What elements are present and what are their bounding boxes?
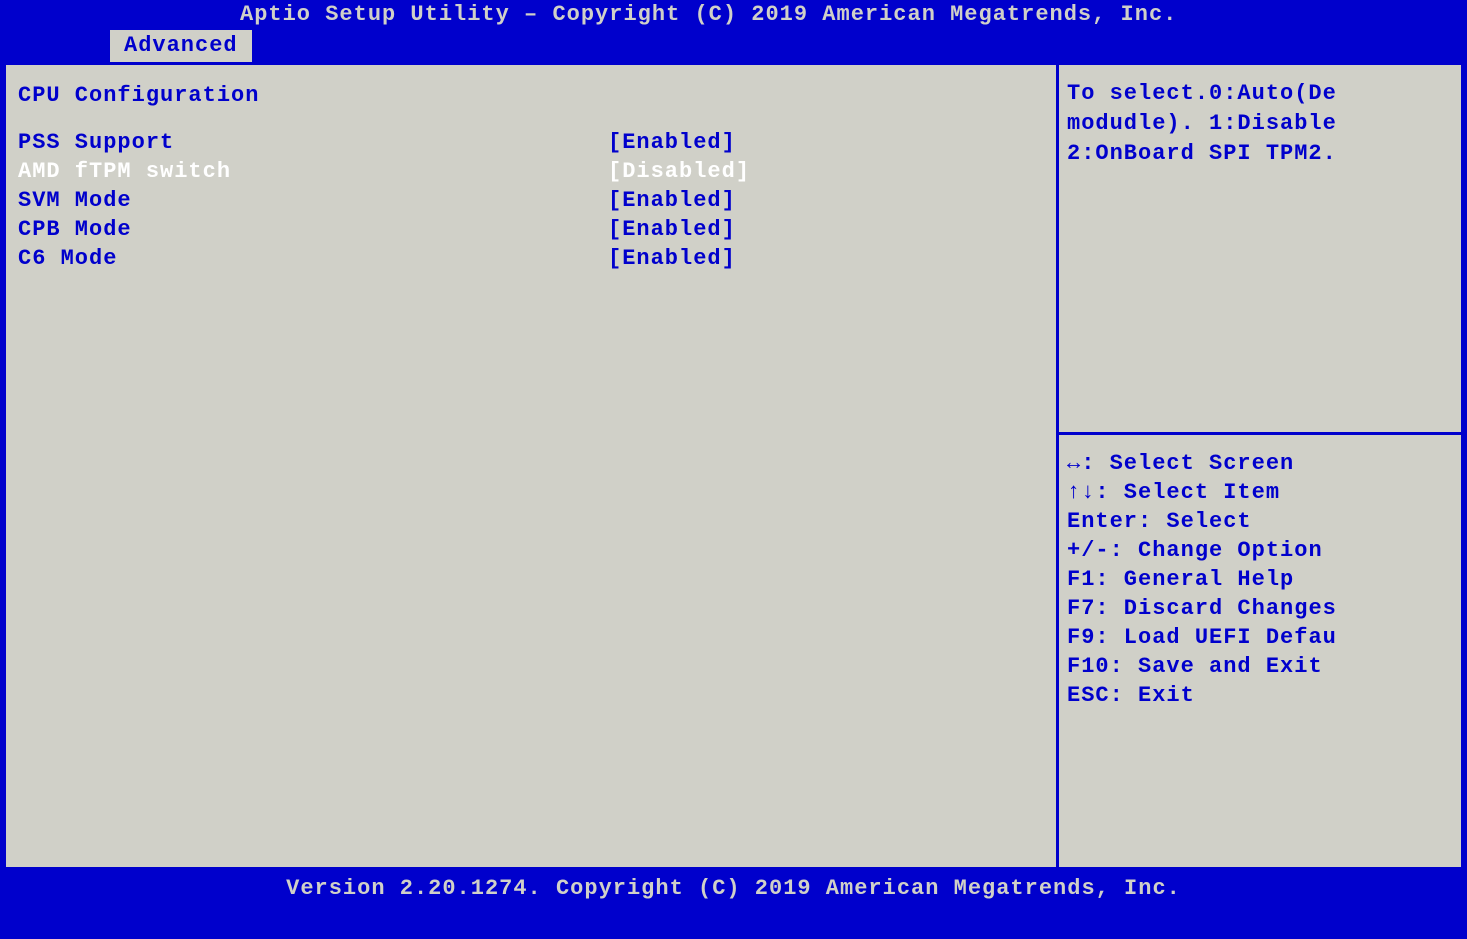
setting-svm-mode[interactable]: SVM Mode [Enabled] [18, 186, 1044, 215]
footer-bar: Version 2.20.1274. Copyright (C) 2019 Am… [0, 870, 1467, 900]
help-line: 2:OnBoard SPI TPM2. [1067, 139, 1453, 169]
content-area: CPU Configuration PSS Support [Enabled] … [0, 62, 1467, 870]
key-f1: F1: General Help [1067, 565, 1453, 594]
setting-value: [Enabled] [608, 128, 1044, 157]
footer-text: Version 2.20.1274. Copyright (C) 2019 Am… [286, 876, 1181, 901]
setting-label: CPB Mode [18, 215, 608, 244]
section-title: CPU Configuration [18, 83, 1044, 108]
help-line: To select.0:Auto(De [1067, 79, 1453, 109]
key-select-screen: ↔: Select Screen [1067, 449, 1453, 478]
setting-value: [Enabled] [608, 215, 1044, 244]
key-f9: F9: Load UEFI Defau [1067, 623, 1453, 652]
help-line: modudle). 1:Disable [1067, 109, 1453, 139]
setting-label: PSS Support [18, 128, 608, 157]
side-panel: To select.0:Auto(De modudle). 1:Disable … [1059, 62, 1464, 870]
main-panel: CPU Configuration PSS Support [Enabled] … [3, 62, 1059, 870]
key-f7: F7: Discard Changes [1067, 594, 1453, 623]
setting-value: [Disabled] [608, 157, 1044, 186]
setting-c6-mode[interactable]: C6 Mode [Enabled] [18, 244, 1044, 273]
key-f10: F10: Save and Exit [1067, 652, 1453, 681]
key-plus-minus: +/-: Change Option [1067, 536, 1453, 565]
tab-label: Advanced [124, 33, 238, 58]
setting-value: [Enabled] [608, 244, 1044, 273]
tab-bar: Advanced [0, 30, 1467, 62]
setting-label: AMD fTPM switch [18, 157, 608, 186]
tab-advanced[interactable]: Advanced [110, 30, 252, 62]
setting-amd-ftpm-switch[interactable]: AMD fTPM switch [Disabled] [18, 157, 1044, 186]
setting-value: [Enabled] [608, 186, 1044, 215]
title-bar: Aptio Setup Utility – Copyright (C) 2019… [0, 0, 1467, 30]
key-select-item: ↑↓: Select Item [1067, 478, 1453, 507]
key-help: ↔: Select Screen ↑↓: Select Item Enter: … [1059, 435, 1461, 867]
setting-label: C6 Mode [18, 244, 608, 273]
setting-pss-support[interactable]: PSS Support [Enabled] [18, 128, 1044, 157]
key-esc: ESC: Exit [1067, 681, 1453, 710]
arrows-ud-icon: ↑↓ [1067, 480, 1095, 505]
arrows-lr-icon: ↔ [1067, 451, 1081, 476]
title-text: Aptio Setup Utility – Copyright (C) 2019… [240, 2, 1177, 27]
setting-cpb-mode[interactable]: CPB Mode [Enabled] [18, 215, 1044, 244]
key-enter: Enter: Select [1067, 507, 1453, 536]
setting-label: SVM Mode [18, 186, 608, 215]
item-help-text: To select.0:Auto(De modudle). 1:Disable … [1059, 65, 1461, 435]
